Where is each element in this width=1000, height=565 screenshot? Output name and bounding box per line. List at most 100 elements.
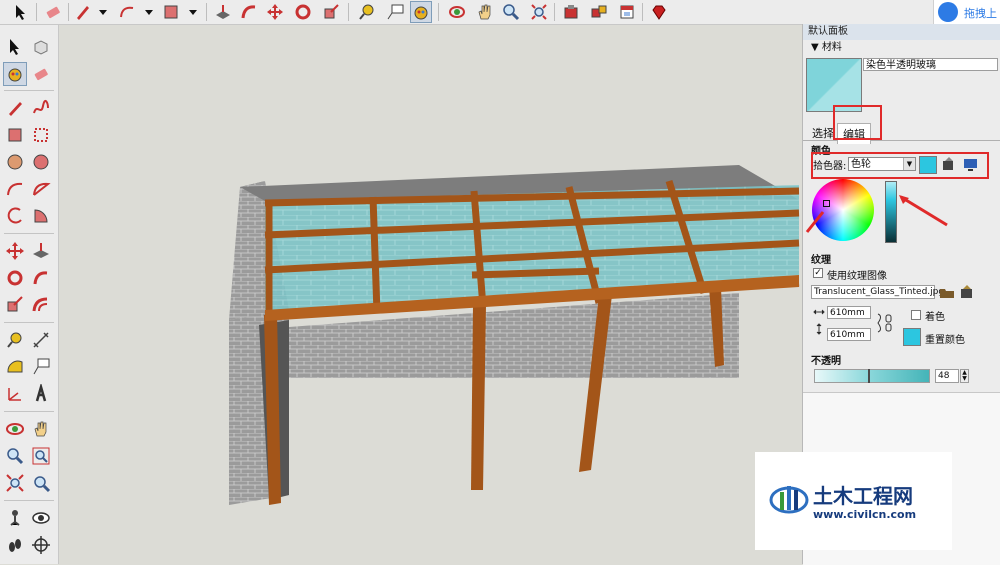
two-point-arc-icon[interactable] <box>29 177 53 201</box>
protractor-icon[interactable] <box>3 355 27 379</box>
main-toolbar: 拖拽上 <box>0 0 1000 25</box>
offset-icon[interactable] <box>29 293 53 317</box>
eraser-icon[interactable] <box>42 1 64 23</box>
material-name-field[interactable]: 染色半透明玻璃 <box>863 58 998 71</box>
current-color-swatch[interactable] <box>919 156 937 174</box>
reset-color-label[interactable]: 重置颜色 <box>925 331 965 346</box>
opacity-slider[interactable] <box>814 369 930 383</box>
push-pull-icon[interactable] <box>29 239 53 263</box>
freehand-icon[interactable] <box>29 96 53 120</box>
previous-view-icon[interactable] <box>29 471 53 495</box>
cloud-upload-button[interactable]: 拖拽上 <box>933 0 1000 24</box>
line-icon[interactable] <box>3 96 27 120</box>
cloud-upload-label: 拖拽上 <box>964 7 997 20</box>
texture-height-field[interactable]: 610mm <box>827 328 871 341</box>
model-viewport[interactable] <box>59 25 802 564</box>
watermark-url: www.civilcn.com <box>813 508 917 521</box>
zoom-extents-icon[interactable] <box>3 471 27 495</box>
dimension-icon[interactable] <box>29 328 53 352</box>
texture-filename-field[interactable]: Translucent_Glass_Tinted.jpg <box>811 285 944 299</box>
aspect-lock-icon[interactable] <box>875 312 893 334</box>
watermark: 土木工程网 www.civilcn.com <box>755 452 952 550</box>
texture-section-label: 纹理 <box>811 255 831 266</box>
highlight-edit-tab <box>833 105 882 140</box>
select-tool-icon[interactable] <box>10 1 32 23</box>
paint-bucket-icon[interactable] <box>410 1 432 23</box>
material-swatch[interactable] <box>806 58 862 112</box>
follow-me-icon[interactable] <box>29 266 53 290</box>
circle-icon[interactable] <box>3 150 27 174</box>
reset-color-swatch[interactable] <box>903 328 921 346</box>
opacity-section-label: 不透明 <box>811 356 841 367</box>
polygon-icon[interactable] <box>29 150 53 174</box>
3d-text-icon[interactable] <box>29 382 53 406</box>
look-around-icon[interactable] <box>29 506 53 530</box>
arc-icon[interactable] <box>3 177 27 201</box>
orbit-icon[interactable] <box>3 417 27 441</box>
scale-icon[interactable] <box>320 1 342 23</box>
rectangle-dropdown-icon[interactable] <box>182 1 204 23</box>
annotation-arrows <box>803 174 1000 256</box>
rotated-rectangle-icon[interactable] <box>29 123 53 147</box>
match-model-color-icon[interactable] <box>941 156 957 172</box>
move-icon[interactable] <box>3 239 27 263</box>
eraser-icon[interactable] <box>29 62 53 86</box>
pergola-model <box>229 165 800 505</box>
components-icon[interactable] <box>588 1 610 23</box>
use-texture-checkbox[interactable]: ✓ <box>813 268 823 278</box>
opacity-slider-thumb[interactable] <box>868 369 870 383</box>
browse-folder-icon[interactable] <box>939 284 955 300</box>
opacity-value-field[interactable]: 48 <box>935 369 959 383</box>
rotate-icon[interactable] <box>292 1 314 23</box>
ruby-icon[interactable] <box>648 1 670 23</box>
section-plane-icon[interactable] <box>29 533 53 557</box>
select-tool-icon[interactable] <box>3 35 27 59</box>
panel-title[interactable]: 默认面板 <box>803 24 1000 40</box>
arc-icon[interactable] <box>116 1 138 23</box>
make-component-icon[interactable] <box>29 35 53 59</box>
orbit-icon[interactable] <box>446 1 468 23</box>
chevron-down-icon: ▼ <box>903 158 915 170</box>
scale-icon[interactable] <box>3 293 27 317</box>
three-point-arc-icon[interactable] <box>3 204 27 228</box>
pie-icon[interactable] <box>29 204 53 228</box>
warehouse-icon[interactable] <box>560 1 582 23</box>
tape-measure-icon[interactable] <box>356 1 378 23</box>
arc-dropdown-icon[interactable] <box>138 1 160 23</box>
use-texture-label: 使用纹理图像 <box>827 271 887 282</box>
cloud-icon <box>938 2 958 22</box>
share-model-icon[interactable] <box>616 1 638 23</box>
walk-icon[interactable] <box>3 533 27 557</box>
follow-me-icon[interactable] <box>238 1 260 23</box>
edit-texture-icon[interactable] <box>959 284 975 300</box>
zoom-icon[interactable] <box>3 444 27 468</box>
watermark-name: 土木工程网 <box>813 484 913 508</box>
opacity-spinner[interactable]: ▲ ▼ <box>960 369 969 383</box>
colorize-label: 着色 <box>925 312 945 323</box>
pan-hand-icon[interactable] <box>474 1 496 23</box>
axes-icon[interactable] <box>3 382 27 406</box>
materials-section-header[interactable]: ▼ 材料 <box>803 41 1000 55</box>
texture-width-field[interactable]: 610mm <box>827 306 871 319</box>
pan-hand-icon[interactable] <box>29 417 53 441</box>
color-picker-select[interactable]: 色轮 ▼ <box>848 157 916 171</box>
tape-measure-icon[interactable] <box>3 328 27 352</box>
picker-label: 拾色器: <box>813 161 847 172</box>
rotate-icon[interactable] <box>3 266 27 290</box>
pencil-icon[interactable] <box>72 1 94 23</box>
paint-bucket-icon[interactable] <box>3 62 27 86</box>
zoom-window-icon[interactable] <box>29 444 53 468</box>
zoom-extents-icon[interactable] <box>528 1 550 23</box>
position-camera-icon[interactable] <box>3 506 27 530</box>
text-label-icon[interactable] <box>384 1 406 23</box>
rectangle-icon[interactable] <box>160 1 182 23</box>
match-screen-color-icon[interactable] <box>963 156 979 172</box>
rectangle-icon[interactable] <box>3 123 27 147</box>
pencil-dropdown-icon[interactable] <box>92 1 114 23</box>
text-icon[interactable] <box>29 355 53 379</box>
colorize-checkbox[interactable] <box>911 310 921 320</box>
push-pull-icon[interactable] <box>212 1 234 23</box>
left-toolbar <box>0 25 59 564</box>
zoom-icon[interactable] <box>500 1 522 23</box>
move-icon[interactable] <box>264 1 286 23</box>
